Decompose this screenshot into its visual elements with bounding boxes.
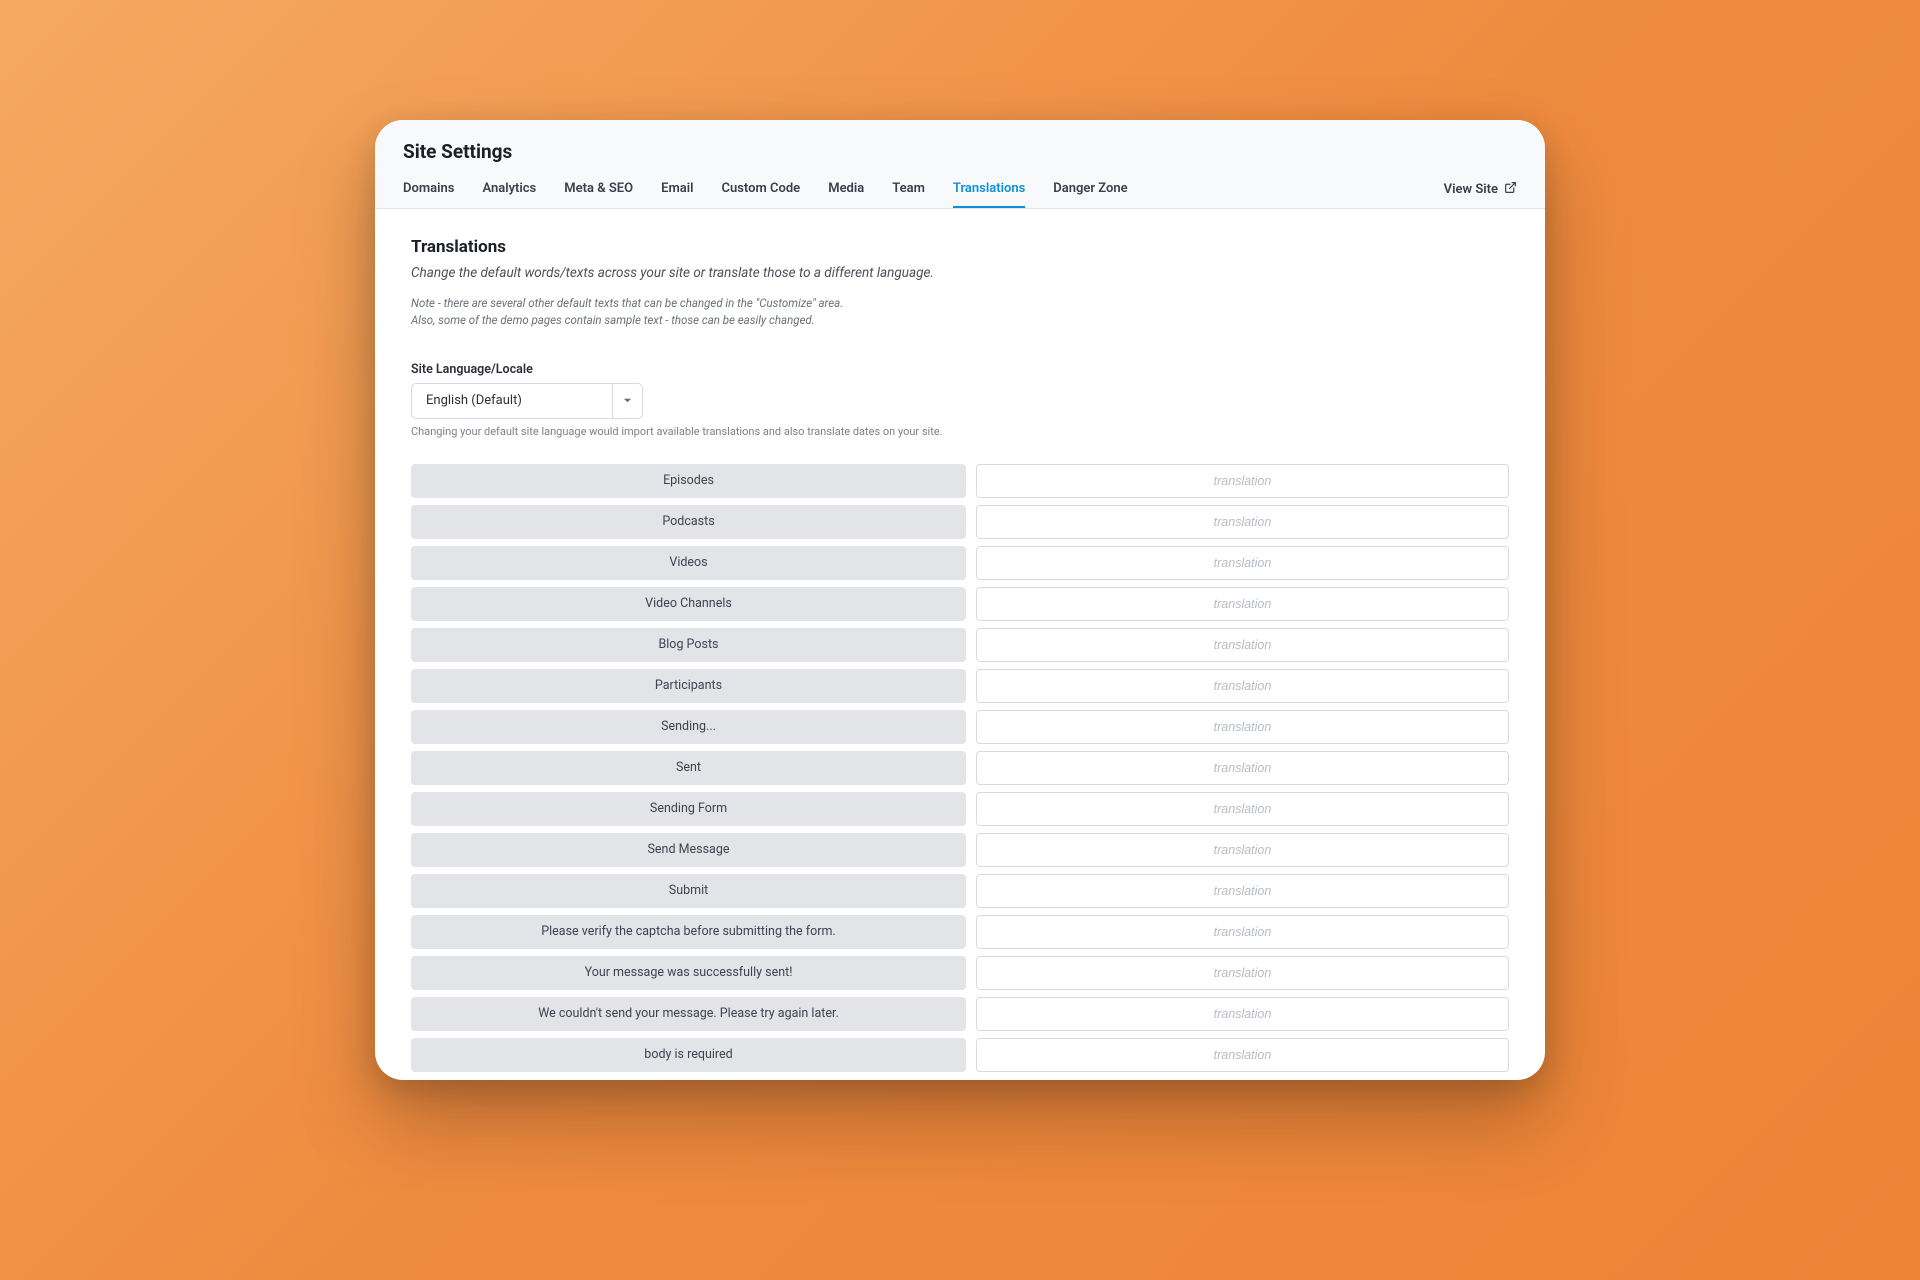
chevron-down-icon[interactable]	[612, 384, 642, 418]
translation-input[interactable]	[976, 956, 1509, 990]
section-title: Translations	[411, 237, 1509, 257]
translation-input[interactable]	[976, 915, 1509, 949]
translation-input[interactable]	[976, 710, 1509, 744]
header: Site Settings Domains Analytics Meta & SEO…	[375, 120, 1545, 209]
translation-source-label: Participants	[411, 669, 966, 703]
translation-input[interactable]	[976, 628, 1509, 662]
external-link-icon	[1504, 181, 1517, 198]
translation-input[interactable]	[976, 669, 1509, 703]
content-area: Translations Change the default words/te…	[375, 209, 1545, 1080]
note-line-1: Note - there are several other default t…	[411, 296, 843, 310]
translation-rows: Episodes Podcasts Videos Video Channels Blog…	[411, 464, 1509, 1072]
tab-email[interactable]: Email	[661, 181, 693, 208]
translation-row: Your message was successfully sent!	[411, 956, 1509, 990]
tab-translations[interactable]: Translations	[953, 181, 1025, 208]
language-select[interactable]: English (Default)	[411, 383, 643, 419]
translation-input[interactable]	[976, 1038, 1509, 1072]
translation-input[interactable]	[976, 464, 1509, 498]
translation-input[interactable]	[976, 792, 1509, 826]
note-line-2: Also, some of the demo pages contain sam…	[411, 313, 815, 327]
translation-source-label: Send Message	[411, 833, 966, 867]
translation-input[interactable]	[976, 833, 1509, 867]
translation-row: Episodes	[411, 464, 1509, 498]
translation-source-label: Sending Form	[411, 792, 966, 826]
translation-source-label: Video Channels	[411, 587, 966, 621]
translation-row: We couldn't send your message. Please tr…	[411, 997, 1509, 1031]
translation-input[interactable]	[976, 751, 1509, 785]
translation-row: Blog Posts	[411, 628, 1509, 662]
translation-row: Videos	[411, 546, 1509, 580]
translation-row: Sending...	[411, 710, 1509, 744]
tab-custom-code[interactable]: Custom Code	[721, 181, 800, 208]
translation-row: Sending Form	[411, 792, 1509, 826]
translation-row: Please verify the captcha before submitt…	[411, 915, 1509, 949]
translation-row: Sent	[411, 751, 1509, 785]
language-field-label: Site Language/Locale	[411, 362, 1509, 377]
tab-team[interactable]: Team	[892, 181, 925, 208]
translation-row: Send Message	[411, 833, 1509, 867]
tab-meta-seo[interactable]: Meta & SEO	[564, 181, 633, 208]
translation-row: Submit	[411, 874, 1509, 908]
translation-source-label: Videos	[411, 546, 966, 580]
translation-source-label: Please verify the captcha before submitt…	[411, 915, 966, 949]
translation-source-label: Sent	[411, 751, 966, 785]
translation-source-label: Blog Posts	[411, 628, 966, 662]
settings-window: Site Settings Domains Analytics Meta & SEO…	[375, 120, 1545, 1080]
translation-source-label: Submit	[411, 874, 966, 908]
view-site-link[interactable]: View Site	[1444, 181, 1517, 208]
tab-analytics[interactable]: Analytics	[482, 181, 536, 208]
translation-row: body is required	[411, 1038, 1509, 1072]
language-help-text: Changing your default site language woul…	[411, 425, 1509, 438]
translation-source-label: Podcasts	[411, 505, 966, 539]
section-description: Change the default words/texts across yo…	[411, 265, 1509, 281]
translation-row: Video Channels	[411, 587, 1509, 621]
language-select-value: English (Default)	[412, 384, 612, 418]
page-title: Site Settings	[403, 140, 1517, 163]
translation-input[interactable]	[976, 546, 1509, 580]
translation-input[interactable]	[976, 587, 1509, 621]
tab-domains[interactable]: Domains	[403, 181, 454, 208]
translation-source-label: body is required	[411, 1038, 966, 1072]
translation-row: Participants	[411, 669, 1509, 703]
translation-source-label: Sending...	[411, 710, 966, 744]
section-note: Note - there are several other default t…	[411, 295, 1111, 330]
translation-input[interactable]	[976, 874, 1509, 908]
tabs-row: Domains Analytics Meta & SEO Email Custom Co…	[403, 181, 1517, 208]
translation-input[interactable]	[976, 505, 1509, 539]
tabs: Domains Analytics Meta & SEO Email Custom Co…	[403, 181, 1128, 208]
tab-media[interactable]: Media	[828, 181, 864, 208]
translation-row: Podcasts	[411, 505, 1509, 539]
tab-danger-zone[interactable]: Danger Zone	[1053, 181, 1127, 208]
translation-source-label: Your message was successfully sent!	[411, 956, 966, 990]
translation-source-label: We couldn't send your message. Please tr…	[411, 997, 966, 1031]
view-site-label: View Site	[1444, 182, 1498, 197]
translation-source-label: Episodes	[411, 464, 966, 498]
translation-input[interactable]	[976, 997, 1509, 1031]
